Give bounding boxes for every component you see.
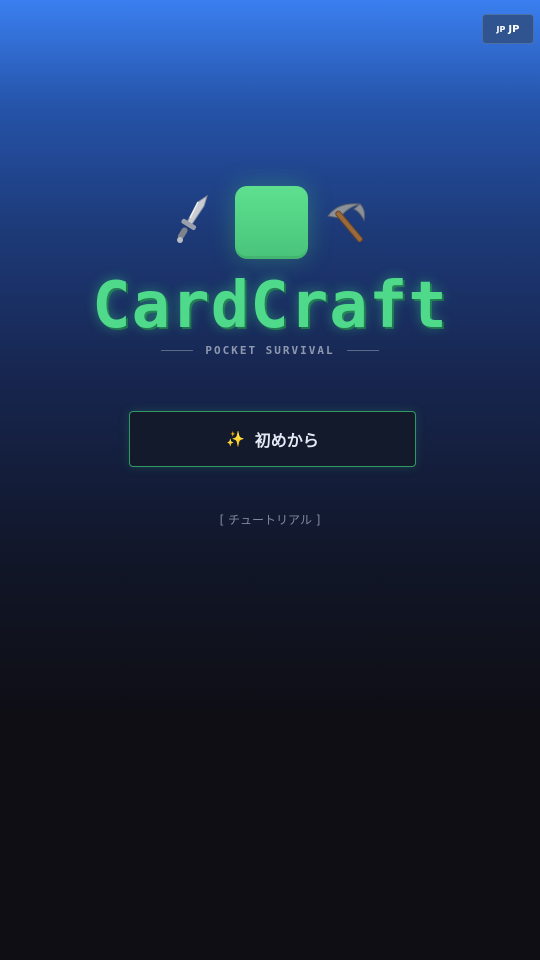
title-screen: JP JP CardCraft POCKET SURVIVAL ✨ 初めから [… xyxy=(0,0,540,960)
subtitle-divider-right xyxy=(346,349,379,351)
new-game-label: 初めから xyxy=(254,431,319,450)
language-label: JP xyxy=(508,23,520,35)
dagger-icon xyxy=(177,194,208,243)
game-title: CardCraft xyxy=(92,269,448,343)
sparkle-icon: ✨ xyxy=(226,429,245,448)
logo-icons xyxy=(0,186,540,260)
game-subtitle: POCKET SURVIVAL xyxy=(205,343,335,357)
tutorial-link[interactable]: [ チュートリアル ] xyxy=(0,511,540,528)
language-flag-code: JP xyxy=(496,24,506,34)
subtitle-divider-left xyxy=(161,349,194,351)
new-game-button[interactable]: ✨ 初めから xyxy=(129,411,416,467)
subtitle-row: POCKET SURVIVAL xyxy=(0,340,540,360)
pickaxe-icon xyxy=(327,203,365,243)
language-button[interactable]: JP JP xyxy=(482,14,534,44)
emerald-block-icon xyxy=(235,186,308,259)
